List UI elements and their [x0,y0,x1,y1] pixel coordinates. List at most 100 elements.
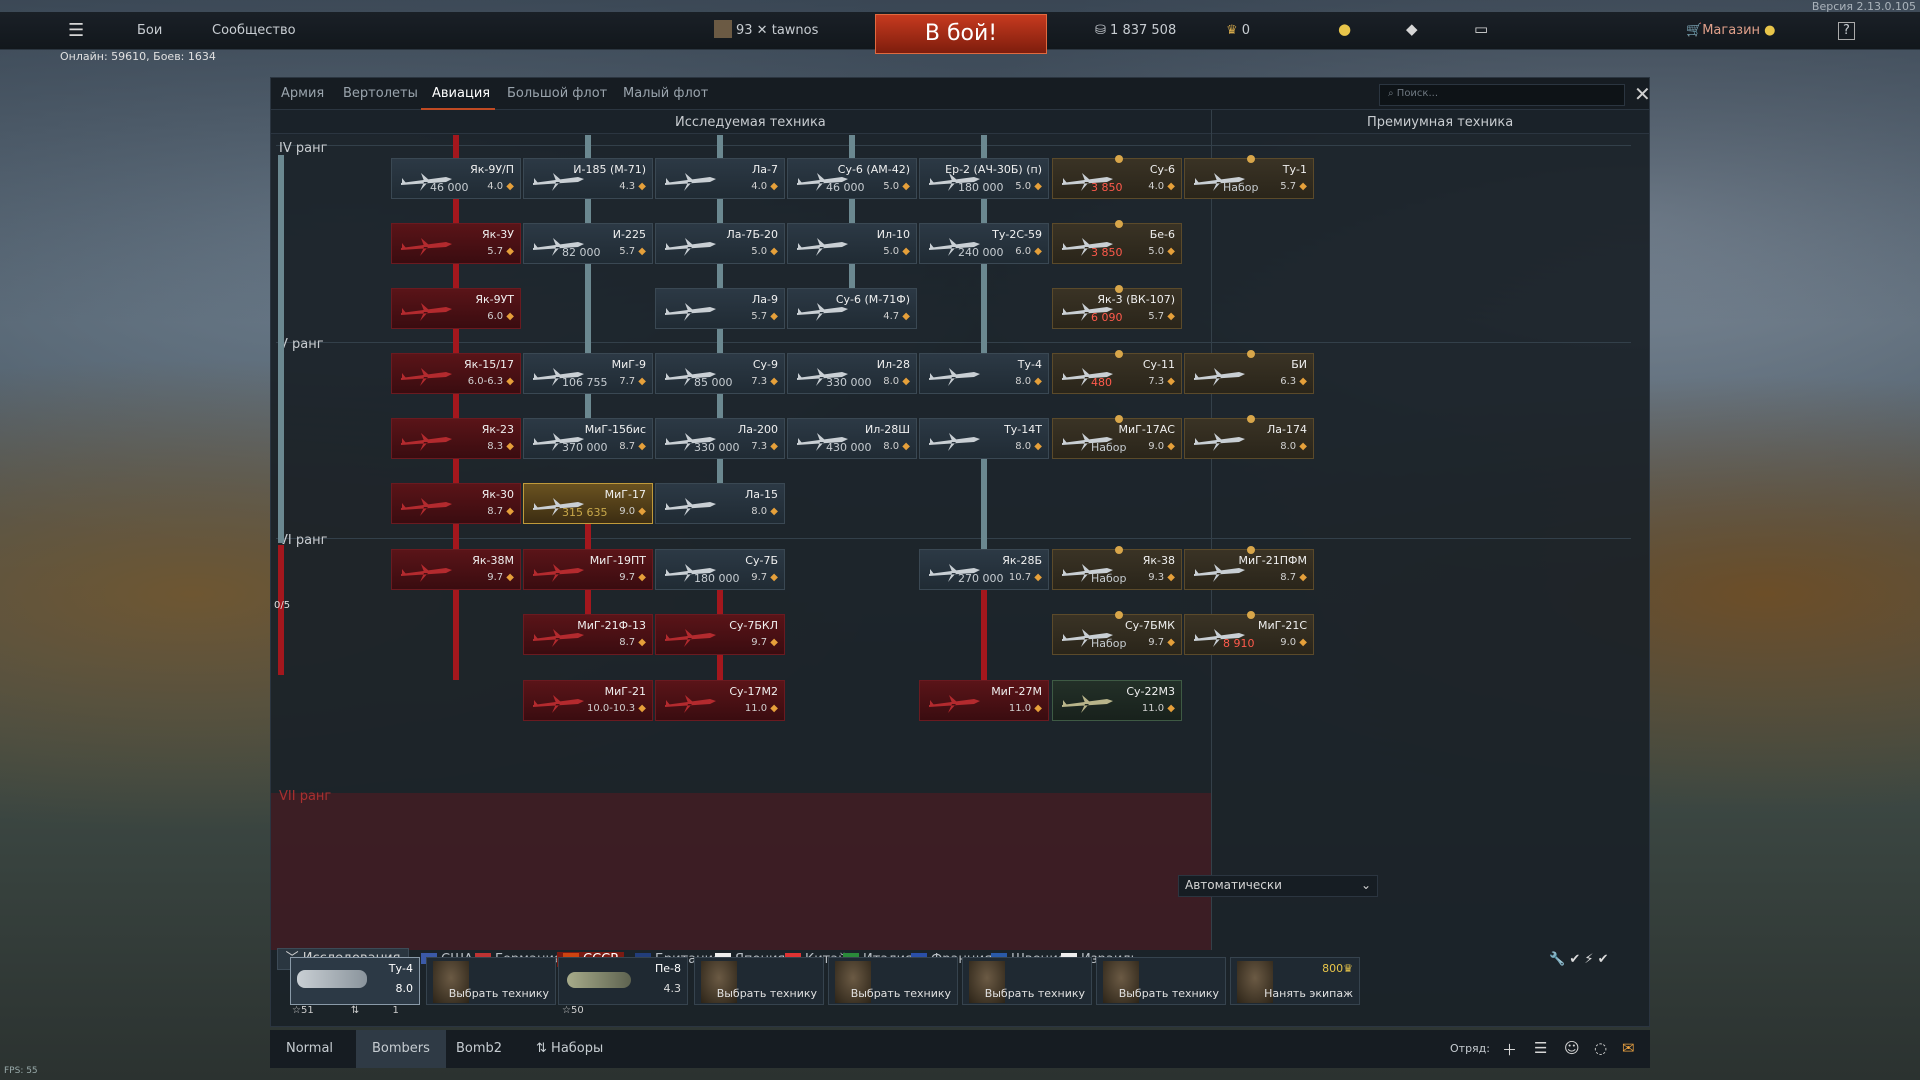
tab-bluewater-fleet[interactable]: Большой флот [507,86,607,101]
vehicle-card[interactable]: Ла-15 8.0 ◆ [655,483,785,524]
vehicle-card[interactable]: Ла-174 8.0 ◆ [1184,415,1314,459]
vehicle-card[interactable]: Ту-1 Набор 5.7 ◆ [1184,155,1314,199]
preset-bombers[interactable]: Bombers [356,1030,446,1068]
vehicle-card[interactable]: Як-30 8.7 ◆ [391,483,521,524]
vehicle-card[interactable]: Бе-6 3 850 5.0 ◆ [1052,220,1182,264]
battle-rating-value: 5.0 [883,181,900,192]
list-icon[interactable]: ☰ [1534,1039,1547,1057]
vehicle-card[interactable]: Як-28Б 270 000 10.7 ◆ [919,549,1049,590]
vehicle-card[interactable]: МиГ-21 10.0-10.3 ◆ [523,680,653,721]
vehicle-card[interactable]: МиГ-27М 11.0 ◆ [919,680,1049,721]
auto-select[interactable]: Автоматически ⌄ [1178,875,1378,897]
crew-slot-empty[interactable]: Выбрать технику [426,957,556,1005]
vehicle-card[interactable]: Ла-7 4.0 ◆ [655,158,785,199]
vehicle-card[interactable]: Як-9У/П 46 000 4.0 ◆ [391,158,521,199]
player-name[interactable]: tawnos [772,23,819,38]
preset-normal[interactable]: Normal [270,1030,349,1068]
crew-slot-empty[interactable]: Выбрать технику [1096,957,1226,1005]
vehicle-card[interactable]: Як-3 (ВК-107) 6 090 5.7 ◆ [1052,285,1182,329]
close-icon[interactable]: ✕ [1634,82,1651,106]
ticket-icon[interactable]: ▭ [1474,20,1488,38]
aircraft-icon [1062,695,1113,713]
check-icon[interactable]: ✔ [1569,952,1580,967]
vehicle-card[interactable]: БИ 6.3 ◆ [1184,350,1314,394]
vehicle-card[interactable]: Ер-2 (АЧ-30Б) (п) 180 000 5.0 ◆ [919,158,1049,199]
vehicle-card[interactable]: Ил-10 5.0 ◆ [787,223,917,264]
vehicle-card[interactable]: Ил-28Ш 430 000 8.0 ◆ [787,418,917,459]
search-input[interactable]: ⌕ Поиск... [1379,84,1625,106]
vehicle-card[interactable]: Су-22М3 11.0 ◆ [1052,680,1182,721]
tab-army[interactable]: Армия [281,86,324,101]
vehicle-card[interactable]: МиГ-21ПФМ 8.7 ◆ [1184,546,1314,590]
crew-slot-empty[interactable]: Выбрать технику [828,957,958,1005]
vehicle-card[interactable]: Як-15/17 6.0-6.3 ◆ [391,353,521,394]
vehicle-card[interactable]: МиГ-9 106 755 7.7 ◆ [523,353,653,394]
vehicle-card[interactable]: Як-38 Набор 9.3 ◆ [1052,546,1182,590]
vehicle-card[interactable]: Су-11 480 7.3 ◆ [1052,350,1182,394]
swap-icon[interactable]: ⇅ [351,1005,359,1016]
plus-icon[interactable]: ＋ [1502,1039,1517,1060]
nav-community[interactable]: Сообщество [212,12,296,50]
tab-helicopters[interactable]: Вертолеты [343,86,418,101]
wrench-icon[interactable]: 🔧 [1549,952,1565,967]
crew-slot-empty[interactable]: Выбрать технику [962,957,1092,1005]
vehicle-card[interactable]: Су-6 (АМ-42) 46 000 5.0 ◆ [787,158,917,199]
vehicle-card[interactable]: И-225 82 000 5.7 ◆ [523,223,653,264]
vehicle-card[interactable]: МиГ-17 315 635 9.0 ◆ [523,483,653,524]
battle-rating-value: 7.7 [619,376,636,387]
repair-icon[interactable]: ⚡ [1584,952,1593,967]
shop-button[interactable]: 🛒Магазин ● [1686,12,1776,50]
vehicle-card[interactable]: Ла-200 330 000 7.3 ◆ [655,418,785,459]
vehicle-card[interactable]: Ла-7Б-20 5.0 ◆ [655,223,785,264]
vehicle-card[interactable]: Ил-28 330 000 8.0 ◆ [787,353,917,394]
mail-icon[interactable]: ✉ [1622,1039,1635,1057]
vehicle-card[interactable]: И-185 (М-71) 4.3 ◆ [523,158,653,199]
vehicle-card[interactable]: МиГ-21Ф-13 8.7 ◆ [523,614,653,655]
presets-menu[interactable]: ⇅ Наборы [520,1030,619,1068]
vehicle-card[interactable]: Су-7Б 180 000 9.7 ◆ [655,549,785,590]
tab-coastal-fleet[interactable]: Малый флот [623,86,708,101]
wt-logo-icon[interactable]: ◆ [1406,20,1418,38]
vehicle-card[interactable]: Су-6 (М-71Ф) 4.7 ◆ [787,288,917,329]
vehicle-cost: 6 090 [1091,311,1123,324]
vehicle-card[interactable]: Ту-14Т 8.0 ◆ [919,418,1049,459]
preset-bomb2[interactable]: Bomb2 [440,1030,518,1068]
gold-balance[interactable]: ♛ 0 [1226,12,1250,50]
mode-icon: ◆ [638,506,646,517]
mode-icon: ◆ [1167,376,1175,387]
premium-icon [1115,350,1123,358]
vehicle-card[interactable]: Ту-4 8.0 ◆ [919,353,1049,394]
vehicle-card[interactable]: Ту-2С-59 240 000 6.0 ◆ [919,223,1049,264]
vehicle-card[interactable]: Су-6 3 850 4.0 ◆ [1052,155,1182,199]
tab-aviation[interactable]: Авиация [432,86,490,101]
vehicle-card[interactable]: МиГ-15бис 370 000 8.7 ◆ [523,418,653,459]
vehicle-card[interactable]: Як-23 8.3 ◆ [391,418,521,459]
vehicle-card[interactable]: Су-7БМК Набор 9.7 ◆ [1052,611,1182,655]
hire-crew-slot[interactable]: 800♛ Нанять экипаж [1230,957,1360,1005]
chat-icon[interactable]: ◌ [1594,1039,1607,1057]
vehicle-card[interactable]: Су-7БКЛ 9.7 ◆ [655,614,785,655]
vehicle-card[interactable]: Су-17М2 11.0 ◆ [655,680,785,721]
nav-battles[interactable]: Бои [137,12,162,50]
friends-icon[interactable]: ☺ [1564,1039,1580,1057]
menu-icon[interactable]: ☰ [68,20,84,41]
vehicle-card[interactable]: Су-9 85 000 7.3 ◆ [655,353,785,394]
vehicle-card[interactable]: МиГ-21С 8 910 9.0 ◆ [1184,611,1314,655]
crew-slot-pe8[interactable]: Пе-8 4.3 [558,957,688,1005]
check-icon[interactable]: ✔ [1598,952,1609,967]
crew-slot-empty[interactable]: Выбрать технику [694,957,824,1005]
crew-slot-tu4[interactable]: Ту-4 8.0 [290,957,420,1005]
silver-balance[interactable]: ⛁ 1 837 508 [1095,12,1176,50]
vehicle-cost: 270 000 [958,572,1004,585]
vehicle-card[interactable]: Як-9УТ 6.0 ◆ [391,288,521,329]
help-button[interactable]: ? [1838,22,1855,40]
avatar[interactable] [714,20,732,38]
battle-button[interactable]: В бой! [875,14,1047,54]
vehicle-card[interactable]: МиГ-17АС Набор 9.0 ◆ [1052,415,1182,459]
vehicle-card[interactable]: Як-38М 9.7 ◆ [391,549,521,590]
lightbulb-icon[interactable]: ● [1338,20,1351,38]
vehicle-card[interactable]: МиГ-19ПТ 9.7 ◆ [523,549,653,590]
vehicle-card[interactable]: Ла-9 5.7 ◆ [655,288,785,329]
choose-vehicle-label: Выбрать технику [984,987,1085,1000]
vehicle-card[interactable]: Як-3У 5.7 ◆ [391,223,521,264]
